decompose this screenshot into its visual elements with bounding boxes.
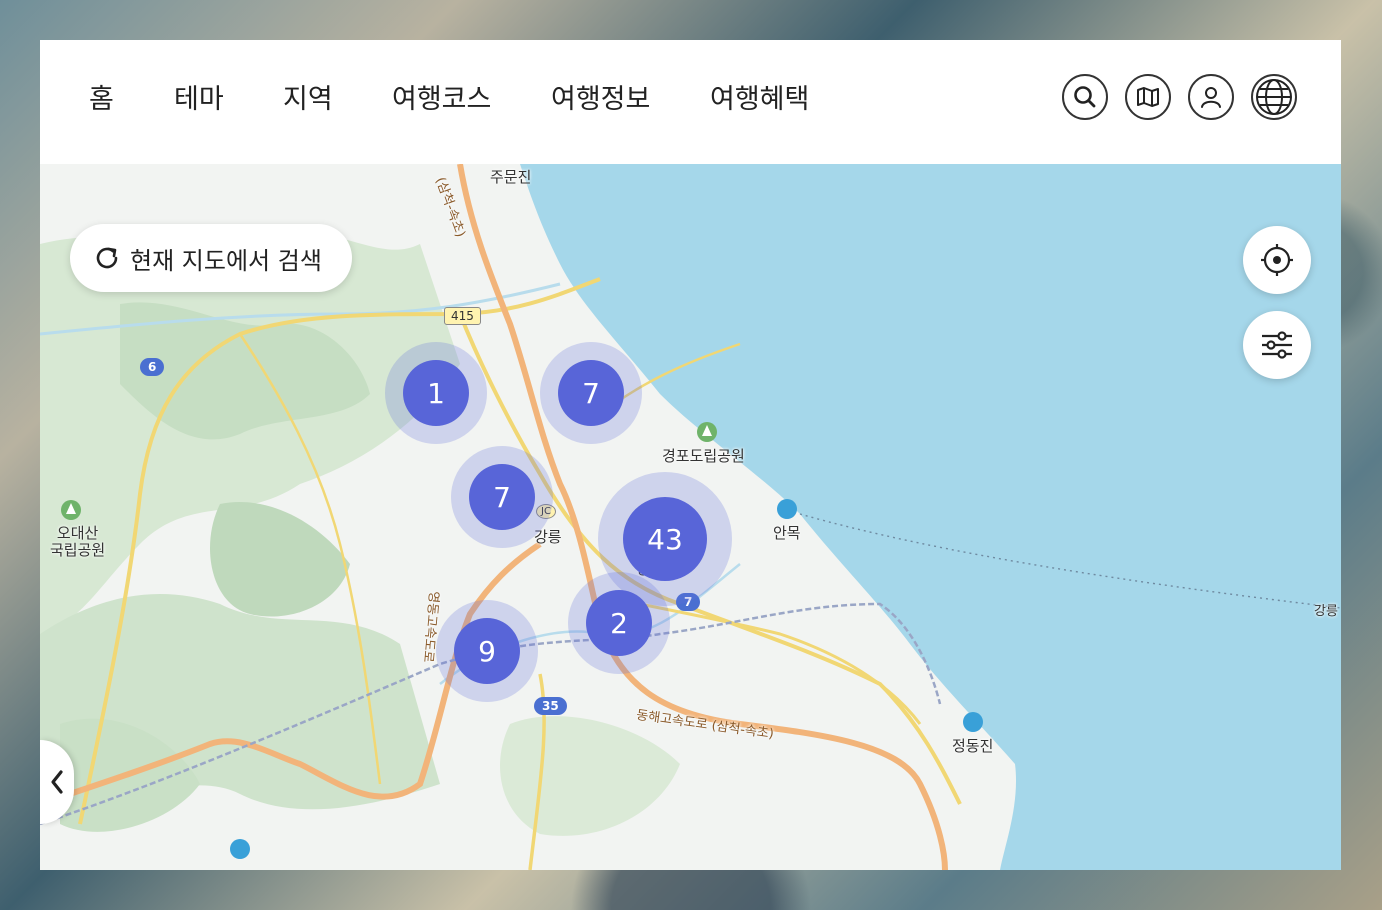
nav-theme[interactable]: 테마 bbox=[174, 77, 224, 116]
header-icon-group bbox=[1062, 74, 1297, 120]
current-location-button[interactable] bbox=[1243, 226, 1311, 294]
place-label-anmok: 안목 bbox=[773, 524, 801, 542]
location-target-icon bbox=[1261, 244, 1293, 276]
nav-travel-benefits[interactable]: 여행혜택 bbox=[710, 77, 809, 116]
search-this-area-label: 현재 지도에서 검색 bbox=[130, 246, 322, 275]
nav-region[interactable]: 지역 bbox=[283, 77, 333, 116]
place-label-gyeongpo-park: 경포도립공원 bbox=[662, 447, 745, 465]
top-navigation-bar: 홈 테마 지역 여행코스 여행정보 여행혜택 bbox=[40, 40, 1341, 164]
filter-button[interactable] bbox=[1243, 311, 1311, 379]
search-this-area-button[interactable]: 현재 지도에서 검색 bbox=[70, 224, 352, 292]
user-icon bbox=[1201, 87, 1221, 108]
cluster-marker[interactable]: 1 bbox=[385, 342, 487, 444]
map-view[interactable]: 주문진 경포도립공원 오대산 국립공원 안목 강릉 강릉 정동진 강릉 동해고속… bbox=[40, 164, 1341, 870]
chevron-left-icon bbox=[51, 770, 63, 794]
place-label-odaesan: 오대산 국립공원 bbox=[50, 525, 105, 559]
place-label-odaesan-line2: 국립공원 bbox=[50, 541, 106, 559]
place-label-odaesan-line1: 오대산 bbox=[56, 524, 99, 542]
search-icon bbox=[1074, 86, 1096, 108]
nav-home[interactable]: 홈 bbox=[89, 77, 114, 116]
cluster-count: 1 bbox=[403, 360, 469, 426]
filter-sliders-icon bbox=[1262, 331, 1292, 359]
place-label-jeongdongjin: 정동진 bbox=[952, 737, 994, 755]
nav-travel-info[interactable]: 여행정보 bbox=[551, 77, 650, 116]
app-window: 홈 테마 지역 여행코스 여행정보 여행혜택 주문진 경포도립공원 오대산 국립… bbox=[40, 40, 1341, 870]
refresh-icon bbox=[96, 247, 118, 269]
nav-travel-course[interactable]: 여행코스 bbox=[392, 77, 491, 116]
user-button[interactable] bbox=[1188, 74, 1234, 120]
map-icon bbox=[1137, 87, 1159, 107]
road-badge-6: 6 bbox=[140, 358, 165, 376]
cluster-count: 7 bbox=[469, 464, 535, 530]
road-badge-35: 35 bbox=[534, 697, 567, 715]
cluster-count: 43 bbox=[623, 497, 707, 581]
place-label-gangneung-ferry: 강릉 bbox=[1314, 604, 1338, 619]
map-button[interactable] bbox=[1125, 74, 1171, 120]
cluster-marker[interactable]: 7 bbox=[451, 446, 553, 548]
cluster-count: 7 bbox=[558, 360, 624, 426]
globe-icon bbox=[1256, 79, 1292, 115]
cluster-marker[interactable]: 9 bbox=[436, 600, 538, 702]
road-badge-415: 415 bbox=[444, 307, 481, 325]
cluster-marker[interactable]: 2 bbox=[568, 572, 670, 674]
place-label-jumunjin: 주문진 bbox=[490, 168, 532, 186]
cluster-count: 2 bbox=[586, 590, 652, 656]
cluster-marker[interactable]: 7 bbox=[540, 342, 642, 444]
language-button[interactable] bbox=[1251, 74, 1297, 120]
cluster-count: 9 bbox=[454, 618, 520, 684]
search-button[interactable] bbox=[1062, 74, 1108, 120]
